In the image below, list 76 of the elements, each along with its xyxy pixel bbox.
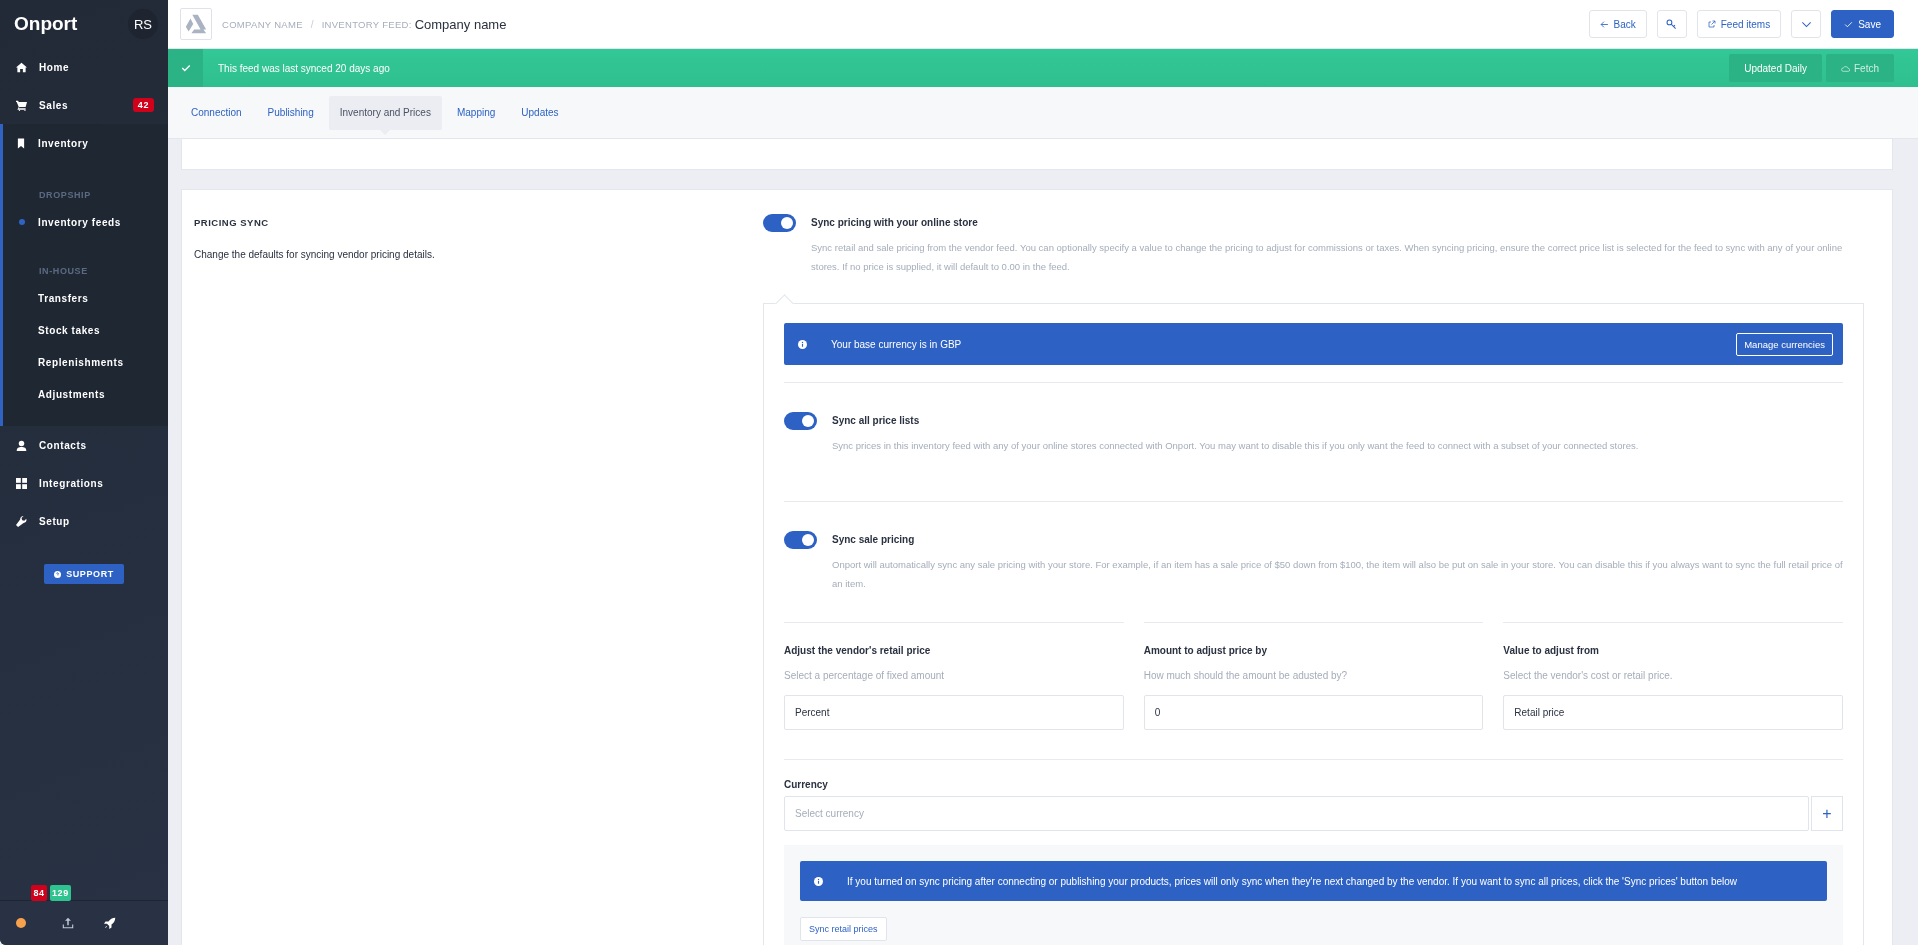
toggle-switch[interactable] bbox=[784, 531, 817, 549]
field-label: Adjust the vendor's retail price bbox=[784, 645, 932, 656]
status-dot[interactable] bbox=[16, 918, 26, 928]
manage-currencies-button[interactable]: Manage currencies bbox=[1736, 332, 1833, 356]
info-icon bbox=[814, 876, 823, 886]
nav-subitem[interactable]: Inventory feeds bbox=[3, 206, 168, 238]
nav-item[interactable]: Sales 42 bbox=[0, 86, 168, 124]
tab[interactable]: Updates bbox=[510, 95, 570, 130]
upload-icon bbox=[62, 917, 74, 929]
info-icon bbox=[798, 339, 807, 349]
user-icon bbox=[16, 439, 27, 451]
input-field[interactable]: Retail price bbox=[1503, 695, 1843, 730]
field-label: Amount to adjust price by bbox=[1143, 645, 1268, 656]
nav-subitem[interactable]: Adjustments bbox=[3, 378, 168, 410]
count-badge: 42 bbox=[132, 98, 154, 112]
tab[interactable]: Inventory and Prices bbox=[328, 95, 442, 130]
wrench-icon bbox=[16, 515, 27, 527]
nav-subitem[interactable]: Stock takes bbox=[3, 314, 168, 346]
toggle-label: Sync all price lists bbox=[832, 415, 921, 428]
rocket-icon bbox=[104, 917, 116, 929]
nav-item[interactable]: Home bbox=[0, 48, 168, 86]
nav-subitem[interactable]: Replenishments bbox=[3, 346, 168, 378]
field-label: Currency bbox=[784, 779, 829, 790]
cart-icon bbox=[16, 99, 27, 111]
section-heading: DROPSHIP bbox=[38, 189, 92, 202]
count-badge: 129 bbox=[50, 885, 71, 901]
page-title: Company name bbox=[414, 16, 507, 32]
field-hint: Select a percentage of fixed amount bbox=[784, 670, 946, 681]
user-avatar[interactable]: RS bbox=[128, 9, 158, 39]
breadcrumb-item: INVENTORY FEED: bbox=[321, 18, 412, 30]
external-link-icon bbox=[1707, 20, 1716, 28]
save-button[interactable]: Save bbox=[1831, 10, 1894, 38]
section-heading: PRICING SYNC bbox=[194, 217, 270, 228]
tab[interactable]: Publishing bbox=[256, 95, 325, 130]
toggle-label: Sync pricing with your online store bbox=[811, 217, 979, 230]
home-icon bbox=[16, 61, 27, 73]
sync-retail-prices-button[interactable]: Sync retail prices bbox=[800, 917, 887, 941]
toggle-label: Sync sale pricing bbox=[832, 534, 916, 547]
help-icon bbox=[54, 570, 62, 578]
count-badge: 84 bbox=[31, 885, 47, 901]
input-field[interactable]: 0 bbox=[1143, 695, 1484, 730]
add-currency-button[interactable]: + bbox=[1811, 796, 1843, 831]
section-heading: IN-HOUSE bbox=[38, 265, 89, 278]
sync-status-message: This feed was last synced 20 days ago bbox=[218, 62, 390, 74]
toggle-description: Sync retail and sale pricing from the vendor feed. You can optionally specify a value to change the pricing to adjust for commissions or taxes. When syncing pricing, ensure the correct price list is selected for the feed to sync with any of your online stores. If no price is supplied, it will default to 0.00 in the feed. bbox=[811, 241, 1844, 274]
tab[interactable]: Connection bbox=[180, 95, 253, 130]
toggle-switch[interactable] bbox=[784, 412, 817, 430]
bookmark-icon bbox=[16, 137, 26, 149]
field-hint: Select the vendor's cost or retail price. bbox=[1503, 670, 1674, 681]
nav-item[interactable]: Contacts bbox=[0, 426, 168, 464]
toggle-description: Onport will automatically sync any sale pricing with your store. For example, if an item has a sale price of $50 down from $100, the item will also be put on sale in your store. You can disable this if you always want to sync the full retail price of an item. bbox=[832, 558, 1843, 591]
nav-item[interactable]: Setup bbox=[0, 502, 168, 540]
nav-item[interactable]: Integrations bbox=[0, 464, 168, 502]
info-text: Your base currency is in GBP bbox=[831, 338, 962, 350]
support-button[interactable]: SUPPORT bbox=[44, 564, 124, 584]
input-field[interactable]: Percent bbox=[784, 695, 1124, 730]
check-icon bbox=[1844, 19, 1854, 29]
breadcrumb-separator: / bbox=[310, 18, 314, 30]
check-icon bbox=[180, 63, 191, 73]
toggle-switch[interactable] bbox=[763, 214, 796, 232]
feed-items-button[interactable]: Feed items bbox=[1696, 10, 1782, 38]
back-button[interactable]: Back bbox=[1588, 10, 1647, 38]
cloud-icon bbox=[1841, 63, 1850, 73]
key-button[interactable] bbox=[1656, 10, 1687, 38]
key-icon bbox=[1666, 18, 1678, 30]
field-hint: How much should the amount be adusted by? bbox=[1143, 670, 1349, 681]
section-description: Change the defaults for syncing vendor pricing details. bbox=[194, 249, 436, 260]
grid-icon bbox=[16, 477, 27, 489]
nav-item[interactable]: Inventory bbox=[3, 124, 168, 162]
tab[interactable]: Mapping bbox=[445, 95, 507, 130]
toggle-description: Sync prices in this inventory feed with any of your online stores connected with Onport. You may want to disable this if you only want the feed to connect with a subset of your connected stores. bbox=[832, 439, 1640, 453]
nav-subitem[interactable]: Transfers bbox=[3, 282, 168, 314]
info-text: If you turned on sync pricing after connecting or publishing your products, prices will only sync when they're next changed by the vendor. If you want to sync all prices, click the 'Sync prices' button below bbox=[847, 875, 1738, 887]
brand-logo[interactable]: Onport bbox=[14, 13, 78, 35]
field-label: Value to adjust from bbox=[1503, 645, 1600, 656]
arrow-left-icon bbox=[1599, 19, 1609, 29]
